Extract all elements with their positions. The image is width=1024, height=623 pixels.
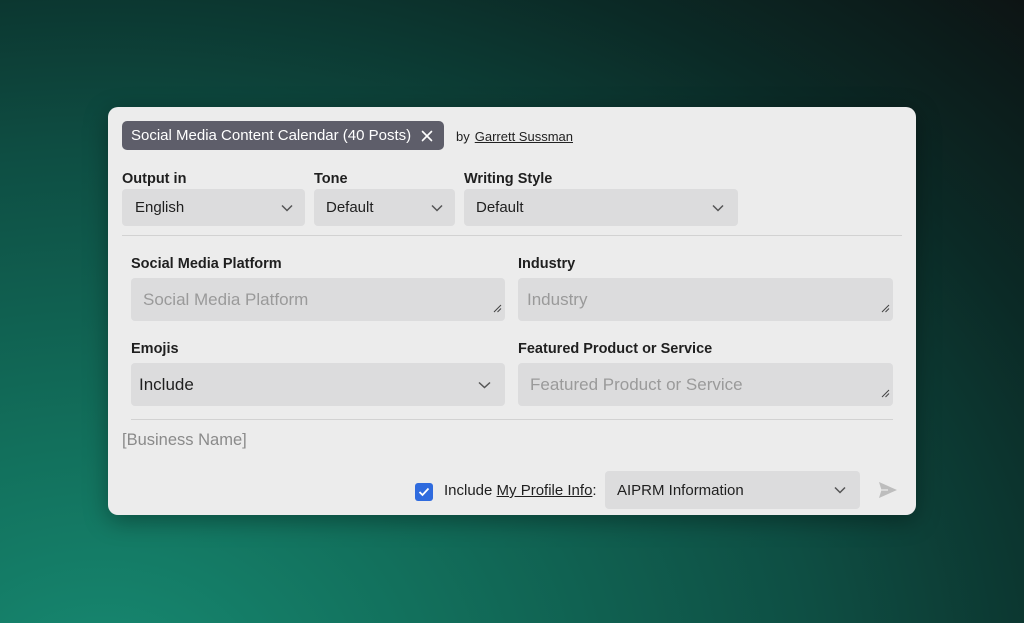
- product-input[interactable]: Featured Product or Service: [518, 363, 893, 406]
- chevron-down-icon: [431, 204, 443, 212]
- resize-handle-icon[interactable]: [881, 383, 890, 403]
- emojis-value: Include: [139, 374, 194, 394]
- writing-style-select[interactable]: Default: [464, 189, 738, 226]
- checkmark-icon: [418, 487, 430, 497]
- industry-input[interactable]: Industry: [518, 278, 893, 321]
- output-label: Output in: [122, 171, 187, 187]
- divider: [122, 235, 902, 236]
- industry-label: Industry: [518, 256, 576, 272]
- profile-info-value: AIPRM Information: [617, 481, 744, 499]
- send-icon[interactable]: [878, 481, 900, 501]
- author-byline: by Garrett Sussman: [456, 129, 573, 144]
- prompt-panel: Social Media Content Calendar (40 Posts)…: [108, 107, 916, 515]
- prompt-title: Social Media Content Calendar (40 Posts): [131, 127, 412, 144]
- emojis-label: Emojis: [131, 341, 179, 357]
- resize-handle-icon[interactable]: [881, 298, 890, 318]
- platform-label: Social Media Platform: [131, 256, 282, 272]
- chevron-down-icon: [281, 204, 293, 212]
- output-language-select[interactable]: English: [122, 189, 305, 226]
- include-prefix: Include: [444, 482, 497, 499]
- platform-placeholder: Social Media Platform: [143, 289, 309, 309]
- profile-info-select[interactable]: AIPRM Information: [605, 471, 860, 509]
- platform-input[interactable]: Social Media Platform: [131, 278, 505, 321]
- colon: :: [592, 482, 597, 499]
- business-name-placeholder: [Business Name]: [122, 431, 247, 449]
- by-label: by: [456, 129, 470, 144]
- product-label: Featured Product or Service: [518, 341, 713, 357]
- tone-value: Default: [326, 199, 374, 216]
- tone-label: Tone: [314, 171, 348, 187]
- emojis-select[interactable]: Include: [131, 363, 505, 406]
- include-profile-text: Include My Profile Info:: [444, 482, 597, 499]
- chevron-down-icon: [478, 381, 491, 389]
- industry-placeholder: Industry: [527, 289, 588, 309]
- prompt-chip: Social Media Content Calendar (40 Posts): [122, 121, 444, 150]
- chevron-down-icon: [834, 486, 846, 494]
- resize-handle-icon[interactable]: [493, 298, 502, 318]
- product-placeholder: Featured Product or Service: [530, 374, 743, 394]
- include-profile-checkbox[interactable]: [415, 483, 433, 501]
- divider: [131, 419, 893, 420]
- writing-style-label: Writing Style: [464, 171, 553, 187]
- author-link[interactable]: Garrett Sussman: [475, 129, 573, 144]
- writing-style-value: Default: [476, 199, 524, 216]
- close-icon[interactable]: [418, 127, 436, 145]
- chevron-down-icon: [712, 204, 724, 212]
- my-profile-info-link[interactable]: My Profile Info: [497, 482, 593, 499]
- output-language-value: English: [135, 199, 185, 216]
- tone-select[interactable]: Default: [314, 189, 455, 226]
